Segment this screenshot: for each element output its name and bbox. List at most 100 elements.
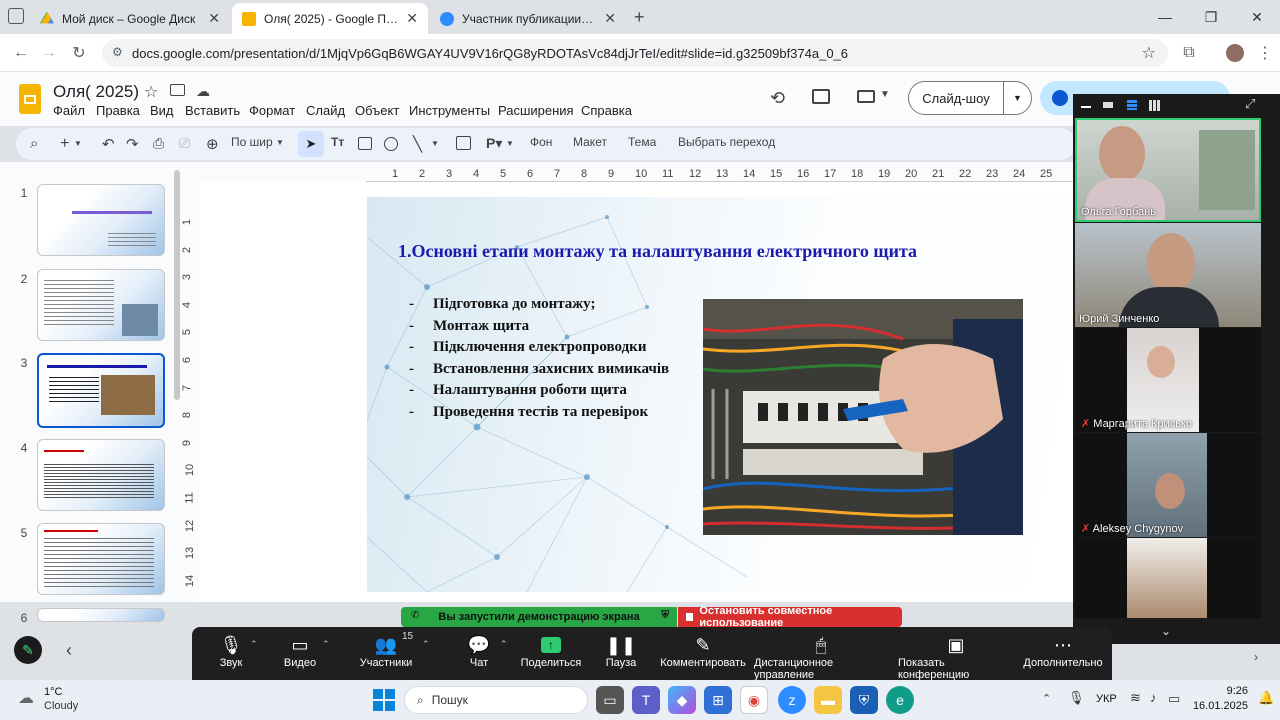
electrical-panel-photo[interactable] bbox=[703, 299, 1023, 535]
redo-icon[interactable]: ↷ bbox=[126, 135, 139, 153]
presentation-title[interactable]: Оля( 2025) bbox=[53, 82, 139, 102]
taskbar-search[interactable]: ⌕ Пошук bbox=[404, 686, 588, 714]
paint-format-icon[interactable]: ⎚ bbox=[179, 135, 190, 152]
more-button[interactable]: ⋯ Дополнительно bbox=[1023, 633, 1102, 670]
gallery-view-icon[interactable] bbox=[1149, 100, 1160, 111]
menu-insert[interactable]: Вставить bbox=[185, 103, 240, 118]
chevron-down-icon[interactable]: ▼ bbox=[431, 139, 439, 148]
pause-share-button[interactable]: ❚❚ Пауза bbox=[606, 633, 637, 670]
share-screen-button[interactable]: ↑ Поделиться bbox=[521, 633, 581, 669]
chevron-down-icon[interactable]: ▼ bbox=[74, 139, 82, 148]
site-info-icon[interactable]: ⚙ bbox=[112, 45, 123, 59]
shape-icon[interactable] bbox=[384, 137, 398, 151]
chevron-down-icon[interactable]: ⌃ bbox=[500, 639, 508, 650]
transition-button[interactable]: Выбрать переход bbox=[678, 135, 775, 149]
filmstrip-scrollbar[interactable] bbox=[174, 170, 180, 400]
reload-icon[interactable]: ↻ bbox=[66, 40, 92, 66]
slideshow-button[interactable]: Слайд-шоу ▼ bbox=[908, 81, 1032, 115]
chat-button[interactable]: 💬 Чат bbox=[466, 633, 492, 670]
new-tab-button[interactable]: + bbox=[634, 7, 645, 28]
minimize-button[interactable]: — bbox=[1142, 0, 1188, 34]
restore-button[interactable]: ❐ bbox=[1188, 0, 1234, 34]
slide-canvas[interactable]: 1.Основні етапи монтажу та налаштування … bbox=[367, 197, 1073, 592]
clock-time[interactable]: 9:26 bbox=[1196, 685, 1248, 697]
defender-icon[interactable]: ⛨ bbox=[850, 686, 878, 714]
line-icon[interactable]: ╲ bbox=[413, 135, 422, 153]
tab-drive[interactable]: Мой диск – Google Диск ✕ bbox=[30, 3, 230, 34]
comment-add-icon[interactable] bbox=[456, 136, 471, 150]
windows-start-icon[interactable] bbox=[373, 689, 395, 711]
menu-extensions[interactable]: Расширения bbox=[498, 103, 574, 118]
weather-cloud-icon[interactable]: ☁ bbox=[18, 688, 34, 708]
zoom-icon[interactable]: ⊕ bbox=[206, 135, 219, 153]
background-paint-icon[interactable]: P▾ bbox=[486, 135, 502, 152]
menu-object[interactable]: Объект bbox=[355, 103, 399, 118]
expand-icon[interactable]: ⤢ bbox=[1245, 96, 1255, 112]
chevron-down-icon[interactable]: ▼ bbox=[506, 139, 514, 148]
undo-icon[interactable]: ↶ bbox=[102, 135, 115, 153]
new-slide-icon[interactable]: + bbox=[60, 135, 69, 153]
battery-icon[interactable]: ▭ bbox=[1168, 691, 1180, 707]
chevron-right-icon[interactable]: › bbox=[1254, 650, 1258, 664]
image-icon[interactable] bbox=[358, 137, 372, 150]
history-icon[interactable]: ⟲ bbox=[770, 88, 785, 109]
speaker-icon[interactable]: ♪ bbox=[1150, 690, 1157, 705]
annotate-pen-icon[interactable]: ✎ bbox=[14, 636, 42, 664]
participant-video[interactable]: Юрий Зинченко bbox=[1075, 223, 1261, 327]
menu-file[interactable]: Файл bbox=[53, 103, 85, 118]
slide-thumbnail[interactable] bbox=[37, 269, 165, 341]
menu-edit[interactable]: Правка bbox=[96, 103, 140, 118]
chrome-icon[interactable]: ◉ bbox=[740, 686, 768, 714]
comments-icon[interactable] bbox=[812, 89, 830, 104]
slide-thumbnail[interactable] bbox=[37, 523, 165, 595]
close-icon[interactable]: ✕ bbox=[406, 10, 418, 27]
zoom-app-icon[interactable]: z bbox=[778, 686, 806, 714]
chevron-up-icon[interactable]: ⌃ bbox=[1042, 692, 1051, 705]
menu-view[interactable]: Вид bbox=[150, 103, 174, 118]
back-icon[interactable]: ← bbox=[8, 40, 34, 66]
weather-desc[interactable]: Cloudy bbox=[44, 700, 78, 712]
participant-video[interactable]: ✗ Aleksey Chygynov bbox=[1075, 433, 1261, 537]
textbox-icon[interactable]: Tт bbox=[331, 135, 344, 149]
teams-icon[interactable]: T bbox=[632, 686, 660, 714]
participant-video[interactable]: ✗ Маргарита Крисько bbox=[1075, 328, 1261, 432]
print-icon[interactable]: ⎙ bbox=[153, 135, 164, 152]
minimize-icon[interactable] bbox=[1081, 106, 1091, 108]
participant-video-active[interactable]: Ольга Горбань bbox=[1075, 118, 1261, 222]
copilot-icon[interactable]: ◆ bbox=[668, 686, 696, 714]
bookmark-star-icon[interactable]: ☆ bbox=[1142, 43, 1156, 63]
task-view-icon[interactable]: ▭ bbox=[596, 686, 624, 714]
wifi-icon[interactable]: ≋ bbox=[1130, 690, 1141, 706]
close-icon[interactable]: ✕ bbox=[208, 10, 220, 27]
slide-title[interactable]: 1.Основні етапи монтажу та налаштування … bbox=[398, 241, 917, 262]
chevron-down-icon[interactable]: ⌃ bbox=[422, 639, 430, 650]
background-button[interactable]: Фон bbox=[530, 135, 552, 149]
edge-icon[interactable]: e bbox=[886, 686, 914, 714]
slide-thumbnail[interactable] bbox=[37, 608, 165, 622]
chevron-down-icon[interactable]: ⌄ bbox=[1161, 624, 1171, 638]
meet-camera-icon[interactable] bbox=[857, 90, 875, 103]
speaker-view-icon[interactable] bbox=[1127, 100, 1137, 110]
menu-slide[interactable]: Слайд bbox=[306, 103, 345, 118]
chevron-left-icon[interactable]: ‹ bbox=[66, 640, 72, 661]
forward-icon[interactable]: → bbox=[36, 40, 62, 66]
close-icon[interactable]: ✕ bbox=[604, 10, 616, 27]
select-cursor-icon[interactable]: ➤ bbox=[298, 131, 324, 157]
view-strip-icon[interactable] bbox=[1103, 102, 1113, 108]
close-window-button[interactable]: ✕ bbox=[1234, 0, 1280, 34]
menu-format[interactable]: Формат bbox=[249, 103, 295, 118]
show-meeting-button[interactable]: ▣ Показать конференцию bbox=[898, 633, 1014, 682]
notifications-bell-icon[interactable]: 🔔 bbox=[1258, 690, 1274, 706]
weather-temp[interactable]: 1°C bbox=[44, 686, 62, 698]
chevron-down-icon[interactable]: ⌃ bbox=[322, 639, 330, 650]
extensions-icon[interactable]: ⧉ bbox=[1176, 40, 1202, 66]
move-folder-icon[interactable] bbox=[170, 84, 185, 96]
tab-zoom[interactable]: Участник публикации - Zoom ✕ bbox=[430, 3, 626, 34]
chevron-down-icon[interactable]: ▼ bbox=[1003, 81, 1031, 115]
layout-button[interactable]: Макет bbox=[573, 135, 607, 149]
slide-bullet-list[interactable]: - Підготовка до монтажу; - Монтаж щита - Пі… bbox=[409, 294, 669, 423]
search-menus-icon[interactable]: ⌕ bbox=[30, 135, 38, 152]
annotate-button[interactable]: ✎ Комментировать bbox=[660, 633, 746, 670]
menu-tools[interactable]: Инструменты bbox=[409, 103, 490, 118]
store-icon[interactable]: ⊞ bbox=[704, 686, 732, 714]
